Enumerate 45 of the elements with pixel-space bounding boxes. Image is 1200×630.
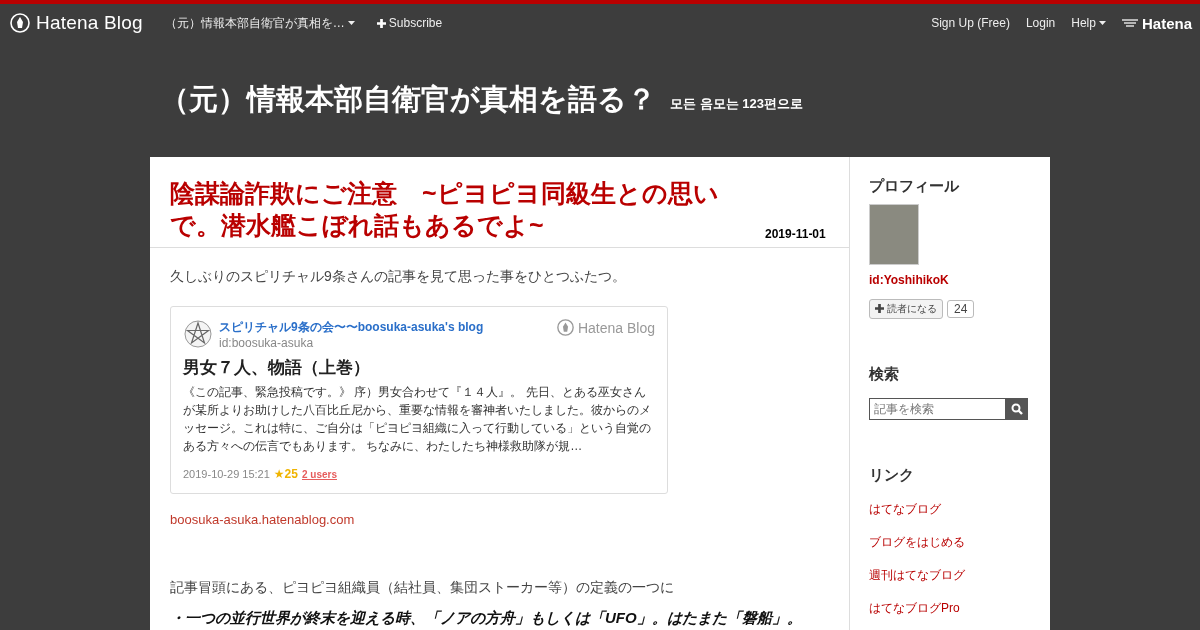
search-button[interactable] [1006, 397, 1028, 420]
plus-icon [376, 18, 386, 28]
pen-nib-icon [10, 13, 30, 33]
quote-paragraph: ・一つの並行世界が終末を迎える時、「ノアの方舟」もしくは「UFO」。はたまた「磐船」。 [170, 609, 802, 627]
sidebar-link[interactable]: はてなブログ [869, 501, 941, 518]
search-heading: 検索 [869, 364, 899, 384]
profile-heading: プロフィール [869, 177, 959, 196]
blog-id: id:boosuka-asuka [219, 336, 315, 350]
pentagram-icon [183, 319, 213, 349]
help-menu[interactable]: Help [1071, 16, 1106, 30]
user-id-link[interactable]: id:YoshihikoK [869, 272, 949, 287]
article-title[interactable]: 陰謀論詐欺にご注意 ~ピヨピヨ同級生との思いで。潜水艦こぼれ話もあるでよ~ [170, 177, 755, 241]
embed-datetime: 2019-10-29 15:21 [183, 468, 270, 480]
nav-link[interactable]: Sign Up (Free) [931, 16, 1010, 30]
source-link[interactable]: boosuka-asuka.hatenablog.com [170, 512, 355, 527]
subscriber-count: 24 [947, 299, 975, 318]
sidebar-link[interactable]: 週刊はてなブログ [869, 567, 965, 584]
avatar-photo-placeholder [869, 204, 919, 265]
search-icon [1011, 402, 1023, 415]
sidebar-link[interactable]: はてなブログPro [869, 600, 960, 617]
intro-paragraph: 久しぶりのスピリチャル9条さんの記事を見て思った事をひとつふたつ。 [170, 268, 626, 286]
star-count: ★25 [273, 467, 298, 481]
caret-icon [347, 21, 355, 25]
blog-subtitle: 모든 음모는 123편으로 [670, 94, 803, 113]
body-paragraph: 記事冒頭にある、ピヨピヨ組織員（結社員、集団ストーカー等）の定義の一つに [170, 579, 674, 597]
search-field[interactable]: 記事を検索 [869, 397, 1006, 420]
sidebar-link[interactable]: ブログをはじめる [869, 534, 965, 551]
links-heading: リンク [869, 466, 914, 485]
blog-menu[interactable]: （元）情報本部自衛官が真相を… [164, 14, 355, 32]
logo-mark-icon [1121, 18, 1138, 28]
subscribe-button[interactable]: 読者になる [869, 298, 943, 319]
blog-name-link[interactable]: スピリチャル9条の会〜〜boosuka-asuka's blog [219, 319, 551, 336]
pen-nib-icon [556, 319, 574, 336]
caret-icon [1098, 21, 1106, 25]
embed-excerpt: 《この記事、緊急投稿です。》 序）男女合わせて『１４人』。 先日、とある巫女さんが某所よりお助けした八百比丘尼から、重要な情報を審神者いたしました。彼からのメッセージ。これは特に、ご自分は「ピヨピヨ組織に入って行動している」という自覚のある方々への伝言でもあります。 ちなみに、わたしたち神様救助隊が規… [183, 384, 652, 455]
nav-link[interactable]: Login [1025, 16, 1056, 30]
embed-title[interactable]: 男女７人、物語（上巻） [183, 356, 655, 379]
blog-title[interactable]: （元）情報本部自衛官が真相を語る？ [160, 79, 656, 120]
hatena-blog-logo[interactable]: Hatena Blog [10, 12, 143, 34]
article-date: 2019-11-01 [765, 227, 826, 241]
bookmark-users-link[interactable]: 2 users [301, 468, 337, 480]
plus-icon [875, 304, 884, 314]
subscribe-link[interactable]: Subscribe [376, 16, 443, 30]
service-logo: Hatena Blog [556, 319, 655, 336]
hatena-logo[interactable]: Hatena [1121, 14, 1192, 32]
